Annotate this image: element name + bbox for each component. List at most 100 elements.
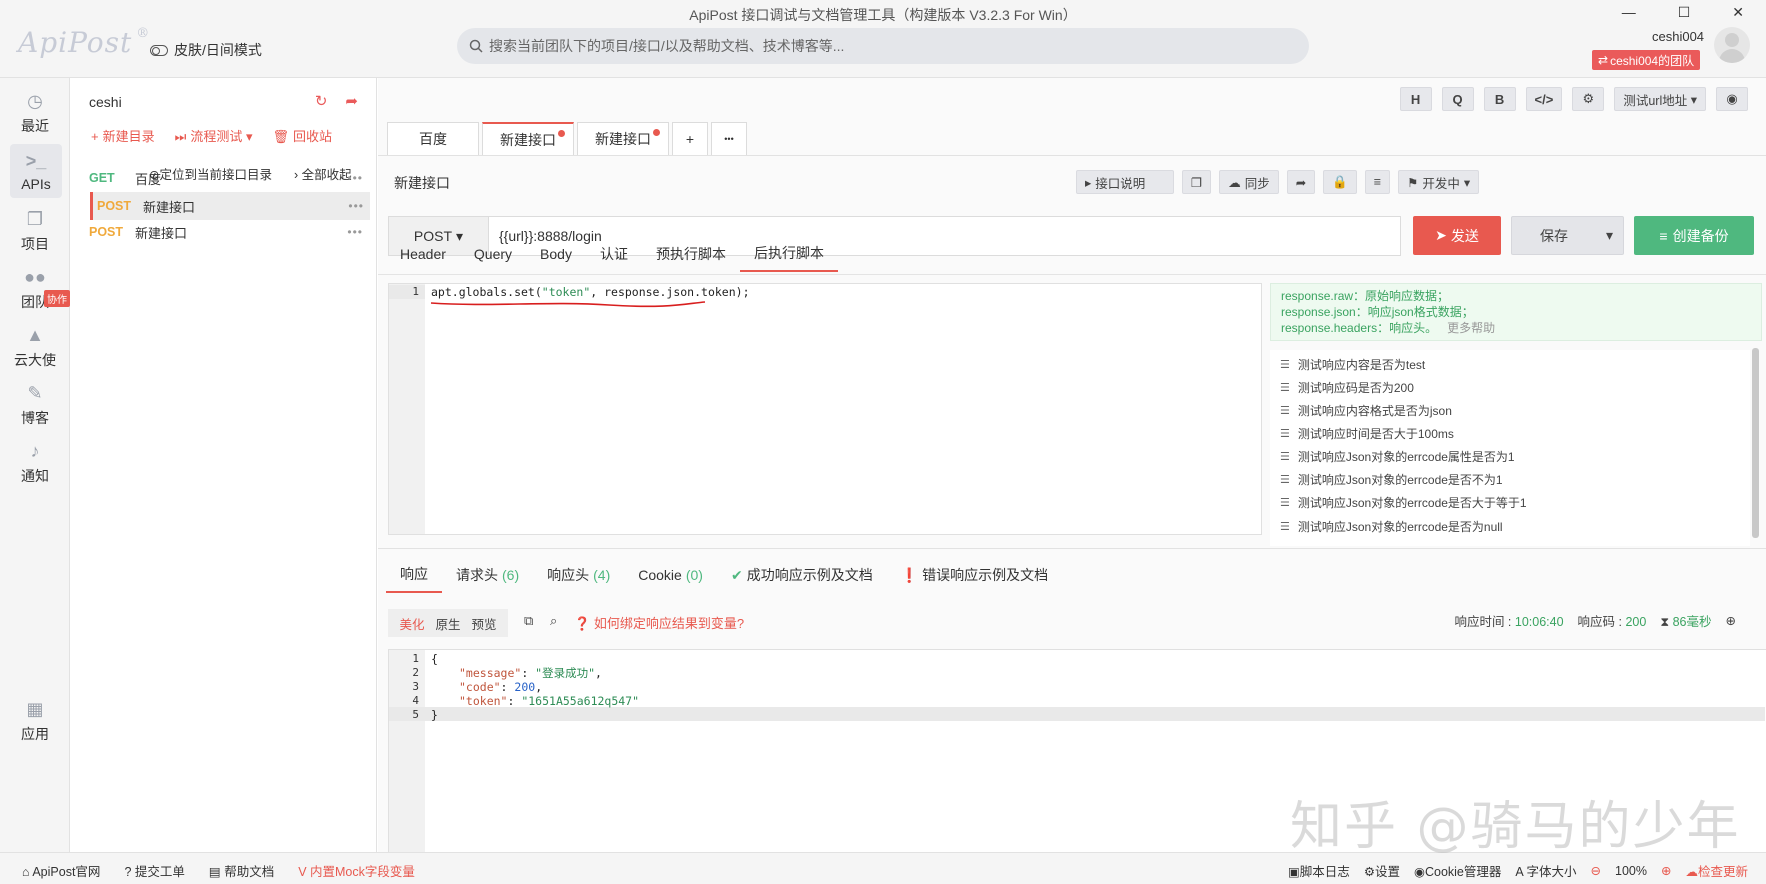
more-icon[interactable]: ••• <box>347 171 363 185</box>
tab-request-headers[interactable]: 请求头 (6) <box>442 557 533 593</box>
script-code-line[interactable]: apt.globals.set("token", response.json.t… <box>431 285 750 299</box>
tree-item-get-baidu[interactable]: GET 百度 ••• <box>89 164 369 192</box>
tab-add-button[interactable]: + <box>672 122 708 155</box>
env-select[interactable]: 测试url地址 ▾ <box>1614 87 1706 111</box>
response-mode-switch: 美化 原生 预览 <box>388 609 508 637</box>
refresh-icon[interactable]: ↻ <box>315 92 328 110</box>
tab-body[interactable]: Body <box>526 236 586 272</box>
settings-button[interactable]: ⚙ <box>1572 87 1605 111</box>
snippet-item[interactable]: ☰ 测试响应内容格式是否为json <box>1280 402 1452 419</box>
terminal-icon: >_ <box>25 151 47 171</box>
script-editor[interactable]: 1 apt.globals.set("token", response.json… <box>388 283 1262 535</box>
new-folder-button[interactable]: + 新建目录 <box>91 126 155 145</box>
tab-new-api-1[interactable]: 新建接口 <box>482 122 574 155</box>
snippet-item[interactable]: ☰ 测试响应时间是否大于100ms <box>1280 425 1454 442</box>
bold-button[interactable]: B <box>1483 87 1516 111</box>
tab-cookie[interactable]: Cookie (0) <box>624 557 717 593</box>
annotation-underline <box>430 301 706 308</box>
team-badge[interactable]: ⇄ ceshi004的团队 <box>1592 50 1701 70</box>
recycle-bin-button[interactable]: 🗑 回收站 <box>272 126 332 145</box>
snippet-scrollbar[interactable] <box>1752 348 1759 538</box>
share-icon[interactable]: ➦ <box>1286 170 1316 194</box>
mock-vars-link[interactable]: V 内置Mock字段变量 <box>298 861 415 880</box>
snippet-item[interactable]: ☰ 测试响应Json对象的errcode是否大于等于1 <box>1280 494 1527 511</box>
sync-button[interactable]: ☁ 同步 <box>1219 170 1279 194</box>
tab-response-headers[interactable]: 响应头 (4) <box>533 557 624 593</box>
maximize-button[interactable]: ☐ <box>1678 4 1691 21</box>
download-icon[interactable]: ⊕ <box>1726 613 1736 628</box>
heading-button[interactable]: H <box>1399 87 1432 111</box>
code-button[interactable]: </> <box>1525 87 1563 111</box>
global-search[interactable]: 搜索当前团队下的项目/接口/以及帮助文档、技术博客等... <box>457 28 1309 64</box>
nav-recent[interactable]: ◷ 最近 <box>0 90 70 136</box>
help-docs-link[interactable]: ▤ 帮助文档 <box>209 861 274 880</box>
search-icon[interactable]: ⌕ <box>550 613 557 629</box>
quote-button[interactable]: Q <box>1441 87 1474 111</box>
caret-down-icon[interactable]: ▾ <box>1606 227 1613 244</box>
tree-item-post-2[interactable]: POST 新建接口 ••• <box>89 218 369 246</box>
copy-icon[interactable]: ⧉ <box>524 613 533 629</box>
eye-icon[interactable]: ◉ <box>1716 87 1748 111</box>
zoom-out-icon[interactable]: ⊖ <box>1591 863 1601 878</box>
tab-new-api-2[interactable]: 新建接口 <box>577 122 669 155</box>
divider <box>378 155 1766 156</box>
tree-item-post-1[interactable]: POST 新建接口 ••• <box>90 192 370 220</box>
snippet-item[interactable]: ☰ 测试响应码是否为200 <box>1280 379 1414 396</box>
play-icon: ▸ <box>1085 175 1092 190</box>
nav-apps[interactable]: ▦ 应用 <box>0 698 70 744</box>
mode-raw[interactable]: 原生 <box>435 614 460 633</box>
skin-mode-toggle[interactable]: 皮肤/日间模式 <box>150 40 262 60</box>
status-select[interactable]: ⚑ 开发中 ▾ <box>1398 170 1480 194</box>
response-tabs: 响应 请求头 (6) 响应头 (4) Cookie (0) ✔ 成功响应示例及文档 ❗ 错… <box>386 557 1062 593</box>
check-update-button[interactable]: ☁检查更新 <box>1685 861 1748 880</box>
more-icon[interactable]: ••• <box>348 199 364 213</box>
official-site-link[interactable]: ⌂ ApiPost官网 <box>22 861 100 880</box>
tab-auth[interactable]: 认证 <box>586 236 642 272</box>
script-log-button[interactable]: ▣脚本日志 <box>1288 861 1350 880</box>
bind-variable-help-link[interactable]: ❓ 如何绑定响应结果到变量? <box>574 613 744 632</box>
send-button[interactable]: ➤ 发送 <box>1413 216 1501 255</box>
avatar[interactable] <box>1714 27 1750 63</box>
nav-apis[interactable]: >_ APIs <box>10 144 62 198</box>
tab-success-example[interactable]: ✔ 成功响应示例及文档 <box>717 557 887 593</box>
create-backup-button[interactable]: ≡ 创建备份 <box>1634 216 1754 255</box>
lock-icon[interactable]: 🔒 <box>1323 170 1357 194</box>
nav-ambassador[interactable]: ▲ 云大使 <box>0 324 70 370</box>
share-icon[interactable]: ➦ <box>345 92 358 110</box>
mode-pretty[interactable]: 美化 <box>399 614 424 633</box>
tab-pre-script[interactable]: 预执行脚本 <box>642 236 740 272</box>
nav-notify[interactable]: ♪ 通知 <box>0 440 70 486</box>
request-name[interactable]: 新建接口 <box>394 173 450 193</box>
api-doc-button[interactable]: ▸ 接口说明 <box>1076 170 1174 194</box>
database-icon[interactable]: ≡ <box>1364 170 1391 194</box>
tree-actions: + 新建目录 ⏭ 流程测试 ▾ 🗑 回收站 <box>91 126 332 145</box>
close-button[interactable]: ✕ <box>1732 4 1744 21</box>
search-input[interactable]: 搜索当前团队下的项目/接口/以及帮助文档、技术博客等... <box>489 36 844 56</box>
snippet-item[interactable]: ☰ 测试响应Json对象的errcode属性是否为1 <box>1280 448 1515 465</box>
tab-query[interactable]: Query <box>460 236 526 272</box>
save-button[interactable]: 保存 ▾ <box>1511 216 1624 255</box>
tab-error-example[interactable]: ❗ 错误响应示例及文档 <box>887 557 1062 593</box>
submit-ticket-link[interactable]: ? 提交工单 <box>124 861 184 880</box>
copy-icon[interactable]: ❐ <box>1182 170 1212 194</box>
minimize-button[interactable]: — <box>1622 4 1636 21</box>
mode-preview[interactable]: 预览 <box>471 614 496 633</box>
nav-project[interactable]: ❐ 项目 <box>0 208 70 254</box>
project-title: ceshi <box>89 94 122 110</box>
nav-blog[interactable]: ✎ 博客 <box>0 382 70 428</box>
more-icon[interactable]: ••• <box>347 225 363 239</box>
settings-button[interactable]: ⚙设置 <box>1364 861 1400 880</box>
tab-response[interactable]: 响应 <box>386 557 442 593</box>
username[interactable]: ceshi004 <box>1652 29 1704 44</box>
tab-baidu[interactable]: 百度 <box>387 122 479 155</box>
zoom-in-icon[interactable]: ⊕ <box>1661 863 1671 878</box>
tab-more-button[interactable]: ••• <box>711 122 747 155</box>
tab-header[interactable]: Header <box>386 236 460 272</box>
more-help-link[interactable]: 更多帮助 <box>1447 321 1495 335</box>
tab-post-script[interactable]: 后执行脚本 <box>739 236 838 272</box>
cookie-manager-button[interactable]: ◉Cookie管理器 <box>1414 861 1501 880</box>
flow-test-button[interactable]: ⏭ 流程测试 ▾ <box>175 126 253 145</box>
snippet-item[interactable]: ☰ 测试响应Json对象的errcode是否为null <box>1280 518 1503 535</box>
snippet-item[interactable]: ☰ 测试响应Json对象的errcode是否不为1 <box>1280 471 1503 488</box>
snippet-item[interactable]: ☰ 测试响应内容是否为test <box>1280 356 1425 373</box>
